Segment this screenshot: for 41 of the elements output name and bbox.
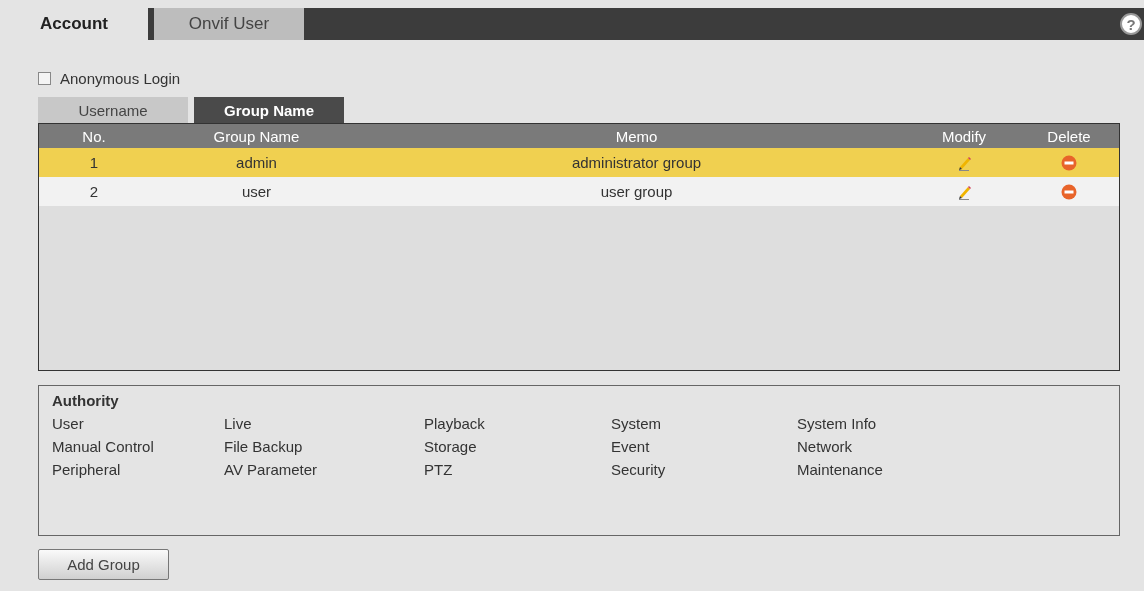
checkbox[interactable] [38,72,51,85]
authority-item: File Backup [224,438,304,455]
authority-item: AV Parameter [224,461,319,478]
table-row[interactable]: 1 admin administrator group [39,148,1119,177]
authority-item: Playback [424,415,486,432]
authority-item: Network [797,438,853,455]
authority-item: Storage [424,438,478,455]
column-header: Memo [614,127,659,145]
authority-item: User [52,415,85,432]
tab[interactable]: Username [38,97,188,123]
table-cell-text: user group [599,183,674,200]
column-header: No. [81,127,107,145]
authority-item: Peripheral [52,461,122,478]
authority-item: Maintenance [797,461,884,478]
column-header: Group Name [212,127,301,145]
tab[interactable]: Account [0,8,148,40]
checkbox-label: Anonymous Login [60,70,181,87]
minus-circle-icon[interactable] [1061,154,1077,171]
table-cell-text: admin [235,154,278,171]
pencil-icon[interactable] [956,154,972,171]
authority-item: PTZ [424,461,454,478]
tab[interactable]: Onvif User [154,8,304,40]
pencil-icon[interactable] [956,183,972,200]
add-group-button[interactable]: Add Group [38,549,169,580]
tab[interactable]: Group Name [194,97,344,123]
authority-item: System Info [797,415,878,432]
authority-item: System [611,415,662,432]
authority-item: Manual Control [52,438,155,455]
authority-item: Security [611,461,667,478]
column-header: Delete [1046,127,1092,145]
help-icon[interactable]: ? [1120,13,1142,35]
table-cell-text: administrator group [570,154,703,171]
table-cell-text: user [240,183,273,200]
table-row[interactable]: 2 user user group [39,177,1119,206]
authority-item: Event [611,438,651,455]
table-cell-text: 2 [88,183,100,200]
authority-item: Live [224,415,253,432]
column-header: Modify [940,127,988,145]
minus-circle-icon[interactable] [1061,183,1077,200]
table-cell-text: 1 [88,154,100,171]
panel-title: Authority [52,392,120,409]
